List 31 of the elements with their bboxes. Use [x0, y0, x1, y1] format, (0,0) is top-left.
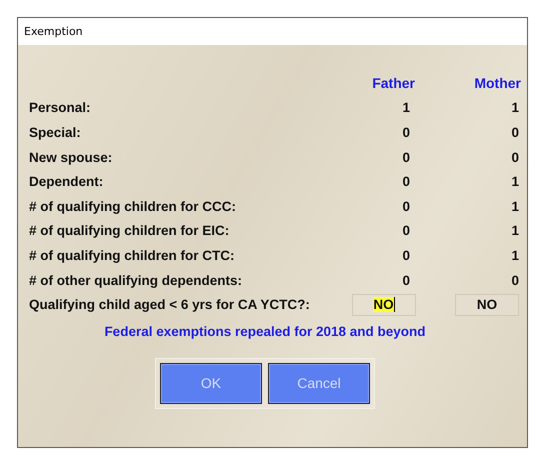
- value-text: 1: [511, 174, 519, 190]
- value-text: 0: [402, 150, 410, 165]
- input-field[interactable]: NO: [352, 294, 416, 316]
- value-text: 0: [402, 198, 410, 214]
- value-text: 0: [402, 223, 410, 238]
- input-field[interactable]: NO: [455, 294, 519, 316]
- row-label: Special:: [29, 124, 82, 140]
- value-text: 0: [511, 124, 519, 140]
- row-label: Personal:: [29, 100, 92, 116]
- row-label: New spouse:: [29, 150, 114, 165]
- column-header: Father: [372, 75, 415, 92]
- value-text: 0: [402, 174, 410, 190]
- row-label: # of qualifying children for EIC:: [29, 223, 230, 238]
- column-header: Mother: [474, 75, 521, 92]
- window-title: Exemption: [24, 25, 83, 38]
- value-text: 1: [511, 223, 519, 238]
- row-label: # of qualifying children for CCC:: [29, 198, 238, 214]
- value-text: 0: [511, 150, 519, 165]
- row-label: # of other qualifying dependents:: [29, 272, 244, 288]
- value-text: 0: [402, 124, 410, 140]
- row-label: Dependent:: [29, 174, 104, 190]
- row-label: # of qualifying children for CTC:: [29, 248, 236, 263]
- value-text: 1: [402, 100, 410, 116]
- question-label: Qualifying child aged < 6 yrs for CA YCTC?:: [29, 297, 311, 312]
- value-text: 0: [402, 248, 410, 263]
- value-text: 1: [511, 248, 519, 263]
- value-text: 0: [402, 272, 410, 288]
- value-text: 0: [511, 272, 519, 288]
- value-text: 1: [511, 100, 519, 116]
- value-text: 1: [511, 198, 519, 214]
- notice-text: Federal exemptions repealed for 2018 and beyond: [104, 324, 426, 339]
